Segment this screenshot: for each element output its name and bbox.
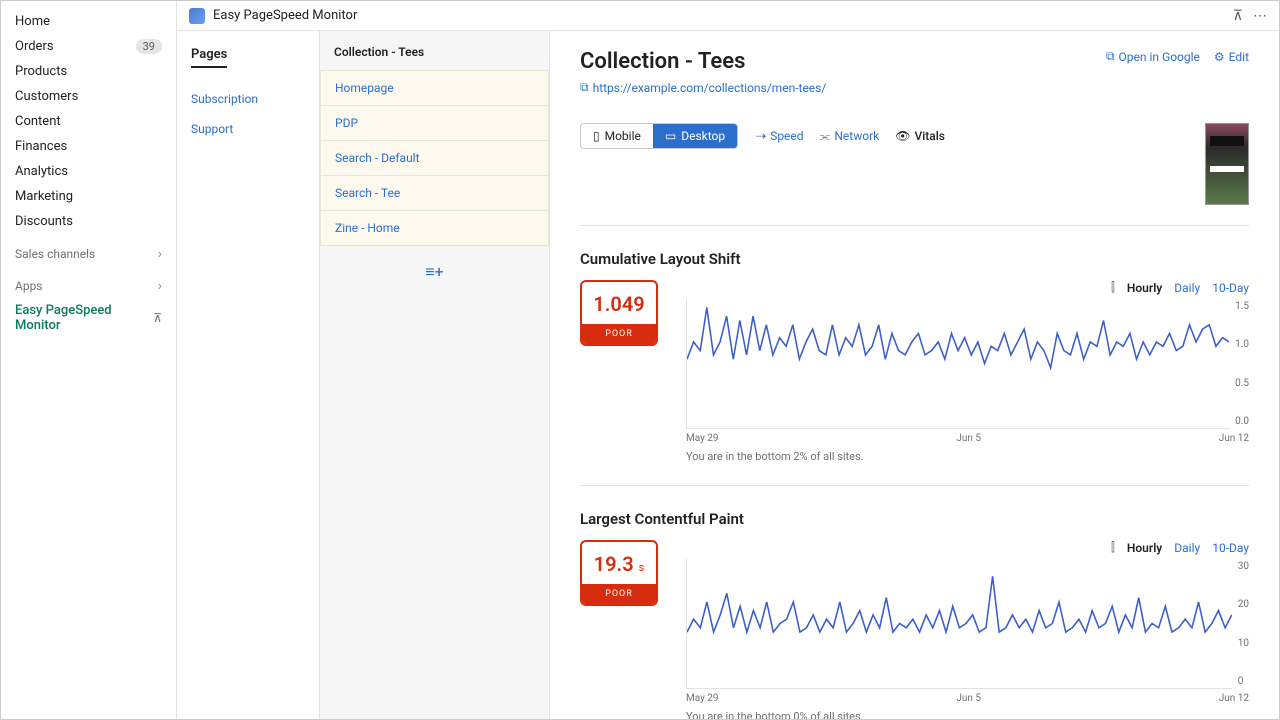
metric-cls: Cumulative Layout Shift 1.049 POOR ⫿ Hou… <box>580 250 1249 463</box>
app-name: Easy PageSpeed Monitor <box>213 8 357 23</box>
page-list-header: Collection - Tees <box>320 31 549 71</box>
cls-chart <box>686 299 1229 429</box>
more-icon[interactable]: ⋯ <box>1253 8 1267 24</box>
page-url[interactable]: ⧉ https://example.com/collections/men-te… <box>580 80 826 95</box>
chevron-right-icon: › <box>158 246 162 262</box>
nav-customers[interactable]: Customers <box>1 84 176 109</box>
metric-lcp: Largest Contentful Paint 19.3 s POOR ⫿ H… <box>580 510 1249 719</box>
bar-chart-icon[interactable]: ⫿ <box>1111 280 1115 295</box>
nav-products[interactable]: Products <box>1 59 176 84</box>
network-icon: ⫘ <box>820 129 831 144</box>
pages-tab[interactable]: Pages <box>191 47 227 68</box>
pin-icon[interactable]: ⊼ <box>1233 8 1243 24</box>
hourly-tab[interactable]: Hourly <box>1127 541 1162 555</box>
subscription-link[interactable]: Subscription <box>191 84 305 114</box>
page-item[interactable]: Homepage <box>320 70 549 106</box>
add-page-icon[interactable]: ≡+ <box>320 246 549 298</box>
lcp-chart <box>686 559 1232 689</box>
nav-orders[interactable]: Orders39 <box>1 34 176 59</box>
daily-tab[interactable]: Daily <box>1174 281 1200 295</box>
daily-tab[interactable]: Daily <box>1174 541 1200 555</box>
nav-content[interactable]: Content <box>1 109 176 134</box>
metric-badge: 1.049 POOR <box>580 280 658 346</box>
pages-sidebar: Pages Subscription Support <box>177 31 320 719</box>
nav-discounts[interactable]: Discounts <box>1 209 176 234</box>
page-item[interactable]: Zine - Home <box>320 210 549 246</box>
nav-finances[interactable]: Finances <box>1 134 176 159</box>
metric-caption: You are in the bottom 2% of all sites. <box>686 450 1249 463</box>
orders-badge: 39 <box>136 39 162 54</box>
metric-title: Largest Contentful Paint <box>580 510 1249 528</box>
metric-badge: 19.3 s POOR <box>580 540 658 606</box>
tenday-tab[interactable]: 10-Day <box>1212 281 1249 295</box>
external-link-icon: ⧉ <box>580 80 589 95</box>
bar-chart-icon[interactable]: ⫿ <box>1111 540 1115 555</box>
nav-sales-channels[interactable]: Sales channels› <box>1 234 176 266</box>
nav-analytics[interactable]: Analytics <box>1 159 176 184</box>
eye-icon: 👁 <box>895 129 910 143</box>
page-item[interactable]: Search - Tee <box>320 175 549 211</box>
page-item[interactable]: Search - Default <box>320 140 549 176</box>
device-tabs: ▯Mobile ▭Desktop <box>580 123 738 149</box>
main-sidebar: Home Orders39 Products Customers Content… <box>1 1 177 719</box>
mobile-tab[interactable]: ▯Mobile <box>581 124 653 148</box>
app-logo-icon <box>189 8 205 24</box>
vitals-tab[interactable]: 👁Vitals <box>895 129 945 144</box>
nav-home[interactable]: Home <box>1 9 176 34</box>
speed-icon: ⇢ <box>756 129 766 143</box>
mobile-icon: ▯ <box>593 129 600 143</box>
main-content: Collection - Tees ⧉ https://example.com/… <box>550 31 1279 719</box>
page-item[interactable]: PDP <box>320 105 549 141</box>
page-thumbnail <box>1205 123 1249 205</box>
metric-value: 1.049 <box>582 282 656 324</box>
metric-title: Cumulative Layout Shift <box>580 250 1249 268</box>
speed-tab[interactable]: ⇢Speed <box>756 129 803 144</box>
metric-status: POOR <box>582 584 656 604</box>
page-title: Collection - Tees <box>580 49 826 74</box>
nav-marketing[interactable]: Marketing <box>1 184 176 209</box>
app-header: Easy PageSpeed Monitor ⊼ ⋯ <box>177 1 1279 31</box>
nav-current-app[interactable]: Easy PageSpeed Monitor⊼ <box>1 298 176 338</box>
network-tab[interactable]: ⫘Network <box>820 129 880 144</box>
support-link[interactable]: Support <box>191 114 305 144</box>
metric-value: 19.3 s <box>582 542 656 584</box>
edit-button[interactable]: ⚙Edit <box>1214 49 1249 64</box>
pin-icon[interactable]: ⊼ <box>153 311 162 325</box>
tenday-tab[interactable]: 10-Day <box>1212 541 1249 555</box>
gear-icon: ⚙ <box>1214 50 1225 64</box>
external-link-icon: ⧉ <box>1106 49 1115 64</box>
chevron-right-icon: › <box>158 278 162 294</box>
page-list: Collection - Tees Homepage PDP Search - … <box>320 31 550 719</box>
metric-status: POOR <box>582 324 656 344</box>
metric-caption: You are in the bottom 0% of all sites. <box>686 710 1249 719</box>
desktop-icon: ▭ <box>665 129 676 143</box>
nav-apps[interactable]: Apps› <box>1 266 176 298</box>
hourly-tab[interactable]: Hourly <box>1127 281 1162 295</box>
desktop-tab[interactable]: ▭Desktop <box>653 124 737 148</box>
open-google-button[interactable]: ⧉Open in Google <box>1106 49 1200 64</box>
